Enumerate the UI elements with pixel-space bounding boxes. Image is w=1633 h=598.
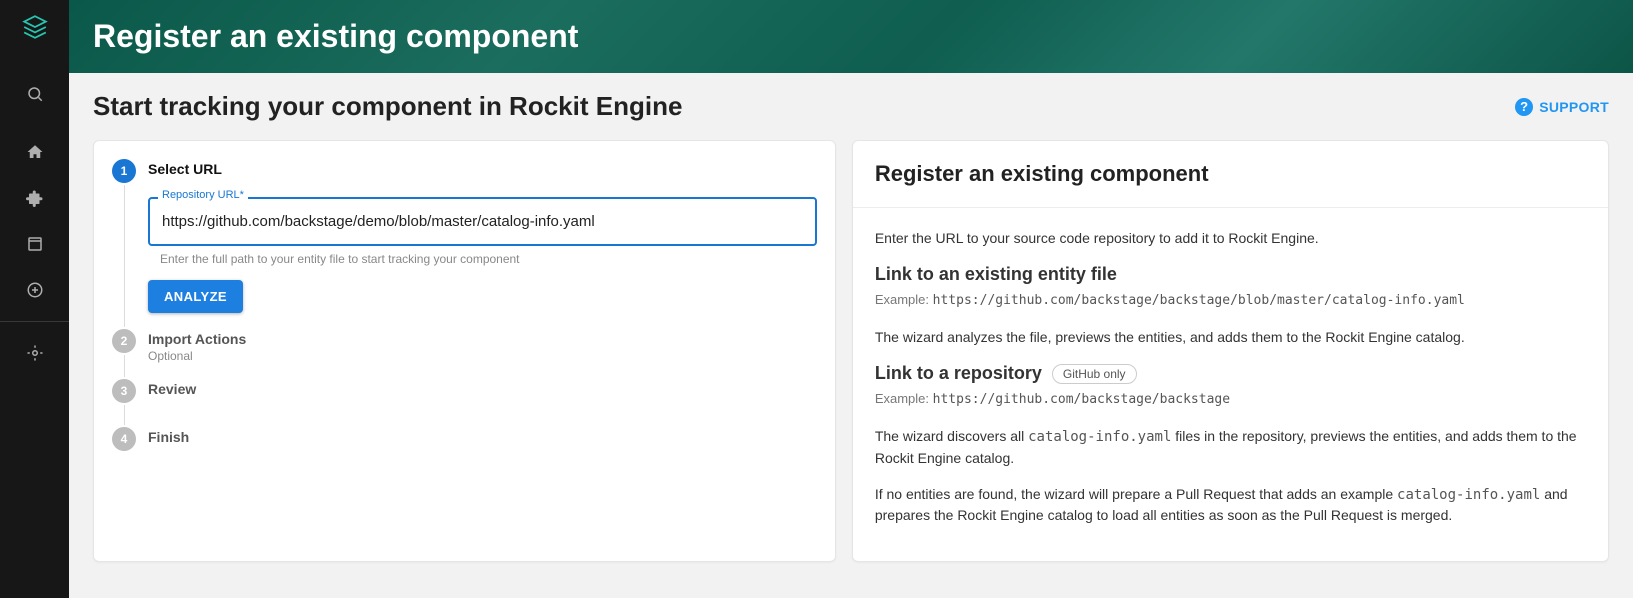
help-icon: ? [1515,98,1533,116]
step-connector [124,355,125,377]
info-sec2-desc2: If no entities are found, the wizard wil… [875,484,1586,526]
step-3-title: Review [148,381,817,397]
nav-home[interactable] [0,129,69,175]
stepper-card: 1 Select URL Repository URL* Enter the f… [93,140,836,562]
sidebar [0,0,69,598]
github-only-chip: GitHub only [1052,364,1137,384]
info-sec1-example: Example: https://github.com/backstage/ba… [875,291,1586,311]
step-2-title: Import Actions [148,331,817,347]
app-logo-icon[interactable] [22,14,48,45]
support-link[interactable]: ? SUPPORT [1515,98,1609,116]
step-1-title: Select URL [148,161,817,177]
info-sec2-example: Example: https://github.com/backstage/ba… [875,390,1586,410]
puzzle-icon [26,189,44,207]
plus-circle-icon [26,281,44,299]
search-icon [26,85,44,103]
info-sec2-title: Link to a repository GitHub only [875,363,1586,384]
step-2-sub: Optional [148,349,817,363]
library-icon [26,235,44,253]
repository-url-field-wrap: Repository URL* [148,197,817,246]
banner-title: Register an existing component [93,18,1609,55]
main: Register an existing component Start tra… [69,0,1633,598]
info-card: Register an existing component Enter the… [852,140,1609,562]
page-banner: Register an existing component [69,0,1633,73]
step-3-indicator: 3 [112,379,136,403]
support-link-label: SUPPORT [1539,99,1609,115]
repository-url-input[interactable] [148,197,817,246]
nav-search[interactable] [0,71,69,117]
step-connector [124,405,125,425]
analyze-button[interactable]: ANALYZE [148,280,243,313]
info-heading: Register an existing component [875,161,1586,187]
nav-create[interactable] [0,267,69,313]
info-sec2-desc: The wizard discovers all catalog-info.ya… [875,426,1586,468]
sidebar-divider [0,321,69,322]
nav-docs[interactable] [0,221,69,267]
home-icon [26,143,44,161]
step-1-indicator: 1 [112,159,136,183]
target-icon [26,344,44,362]
info-sec1-desc: The wizard analyzes the file, previews t… [875,327,1586,347]
repository-url-label: Repository URL* [158,189,248,201]
repository-url-helper: Enter the full path to your entity file … [160,252,817,266]
step-connector [124,185,125,327]
page-subtitle: Start tracking your component in Rockit … [93,91,682,122]
step-4-indicator: 4 [112,427,136,451]
info-intro: Enter the URL to your source code reposi… [875,228,1586,248]
sub-header: Start tracking your component in Rockit … [69,73,1633,140]
step-4-title: Finish [148,429,817,445]
nav-target[interactable] [0,330,69,376]
info-sec1-title: Link to an existing entity file [875,264,1586,285]
step-2-indicator: 2 [112,329,136,353]
nav-plugins[interactable] [0,175,69,221]
